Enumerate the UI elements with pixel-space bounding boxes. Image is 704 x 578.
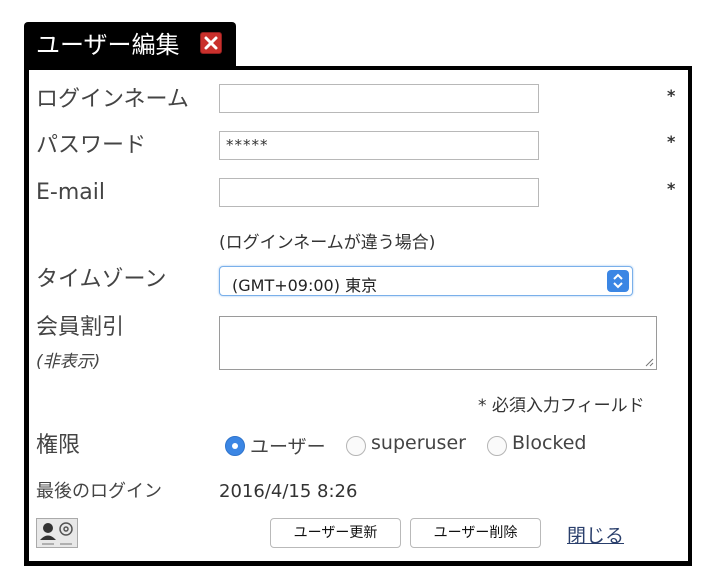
resize-grip-icon[interactable] [644, 357, 654, 367]
password-label: パスワード [36, 133, 147, 158]
email-label: E-mail [36, 180, 105, 205]
last-login-label: 最後のログイン [36, 481, 162, 502]
password-required-mark: * [667, 132, 676, 151]
timezone-selected-value: (GMT+09:00) 東京 [232, 276, 378, 295]
discount-textarea[interactable] [219, 316, 657, 370]
dialog-title-tab: ユーザー編集 [24, 22, 236, 70]
role-radio-user-label[interactable]: ユーザー [250, 432, 326, 459]
update-user-button[interactable]: ユーザー更新 [270, 518, 401, 548]
close-icon[interactable] [200, 32, 222, 54]
timezone-label: タイムゾーン [36, 267, 167, 292]
role-radio-superuser-label[interactable]: superuser [371, 432, 466, 454]
delete-user-button[interactable]: ユーザー削除 [410, 518, 541, 548]
email-input[interactable] [219, 178, 539, 207]
password-input[interactable]: ***** [219, 131, 539, 160]
login-name-input[interactable] [219, 84, 539, 113]
discount-sublabel: (非表示) [36, 352, 101, 372]
role-label: 権限 [36, 433, 81, 458]
email-required-mark: * [667, 179, 676, 198]
role-radio-superuser[interactable] [346, 436, 366, 456]
close-link[interactable]: 閉じる [567, 521, 624, 548]
role-radio-user[interactable] [225, 436, 245, 456]
login-name-label: ログインネーム [36, 87, 189, 112]
role-radio-blocked[interactable] [487, 436, 507, 456]
dialog-title: ユーザー編集 [36, 31, 180, 59]
last-login-value: 2016/4/15 8:26 [219, 481, 358, 502]
discount-label: 会員割引 [36, 315, 125, 340]
user-card-icon[interactable] [36, 518, 78, 548]
timezone-select[interactable]: (GMT+09:00) 東京 [219, 266, 633, 296]
role-radio-blocked-label[interactable]: Blocked [512, 432, 586, 454]
required-field-note: * 必須入力フィールド [478, 396, 645, 416]
email-hint: (ログインネームが違う場合) [219, 233, 436, 253]
login-required-mark: * [667, 86, 676, 105]
chevron-updown-icon [607, 270, 629, 292]
